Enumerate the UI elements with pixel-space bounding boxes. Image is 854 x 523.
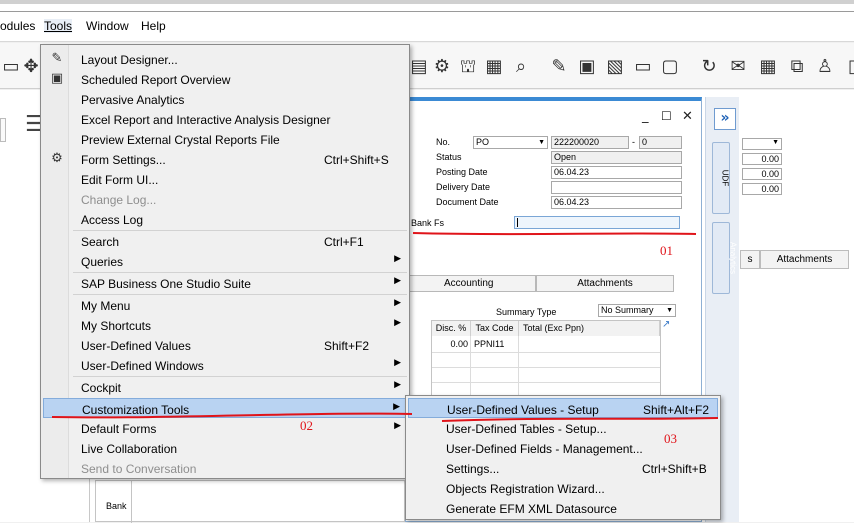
annotation-03: 03 — [664, 431, 677, 446]
annotation-underline-02 — [51, 412, 413, 419]
annotation-01: 01 — [660, 243, 673, 258]
annotation-underline-01 — [412, 232, 697, 236]
annotation-underline-03 — [441, 417, 719, 422]
annotation-overlay — [51, 232, 719, 422]
annotation-02: 02 — [300, 418, 313, 433]
